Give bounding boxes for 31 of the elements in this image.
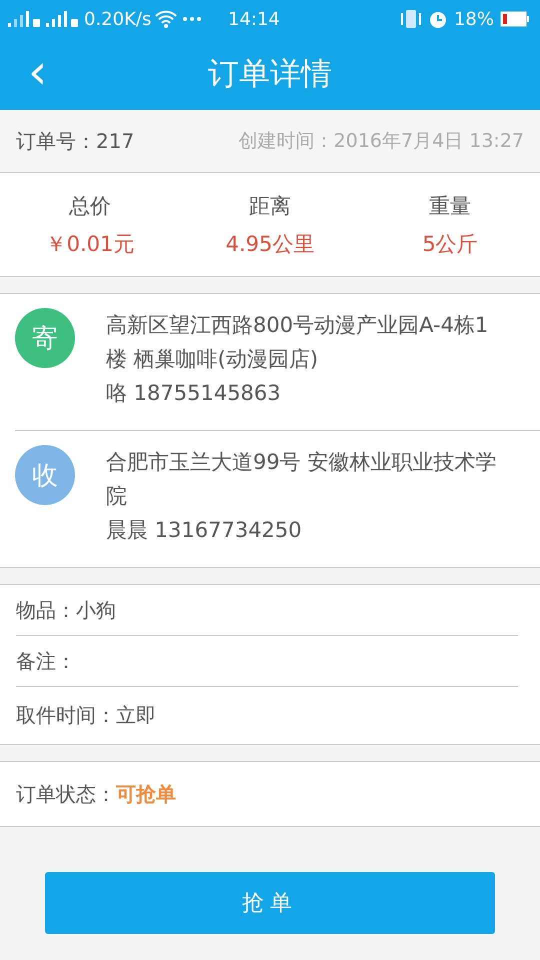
address-badge: 收	[15, 445, 75, 505]
more-icon	[181, 16, 204, 22]
battery-percent: 18%	[454, 8, 494, 30]
status-label: 订单状态：	[16, 780, 116, 808]
address-text: 高新区望江西路800号动漫产业园A-4栋1楼 栖巢咖啡(动漫园店)	[106, 312, 490, 373]
stat-value: 4.95公里	[226, 230, 314, 258]
wifi-icon	[155, 10, 178, 28]
contact-info: 晨晨 13167734250	[106, 517, 303, 544]
alarm-icon	[428, 9, 448, 29]
created-time: 创建时间：2016年7月4日 13:27	[238, 129, 524, 154]
detail-text: 备注：	[16, 648, 76, 674]
signal-icon	[46, 10, 80, 28]
stat-label: 距离	[249, 192, 291, 220]
address-badge: 寄	[15, 308, 75, 368]
address-text: 合肥市玉兰大道99号 安徽林业职业技术学院	[106, 449, 498, 510]
clock-time: 14:14	[228, 8, 281, 30]
order-number: 订单号：217	[16, 128, 134, 154]
status-value: 可抢单	[116, 780, 176, 808]
network-speed: 0.20K/s	[84, 8, 152, 30]
vibrate-icon	[400, 9, 422, 29]
battery-icon	[500, 11, 530, 27]
stat-label: 重量	[429, 192, 471, 220]
signal-icon	[8, 10, 42, 28]
stat-value: 5公斤	[422, 230, 478, 258]
detail-text: 物品：小狗	[16, 596, 116, 624]
stat-label: 总价	[69, 192, 111, 220]
contact-info: 咯 18755145863	[106, 380, 282, 407]
page-title: 订单详情	[208, 55, 332, 94]
detail-text: 取件时间：立即	[16, 702, 156, 729]
back-button[interactable]: ‹	[20, 48, 56, 96]
stat-value: ￥0.01元	[46, 230, 134, 258]
